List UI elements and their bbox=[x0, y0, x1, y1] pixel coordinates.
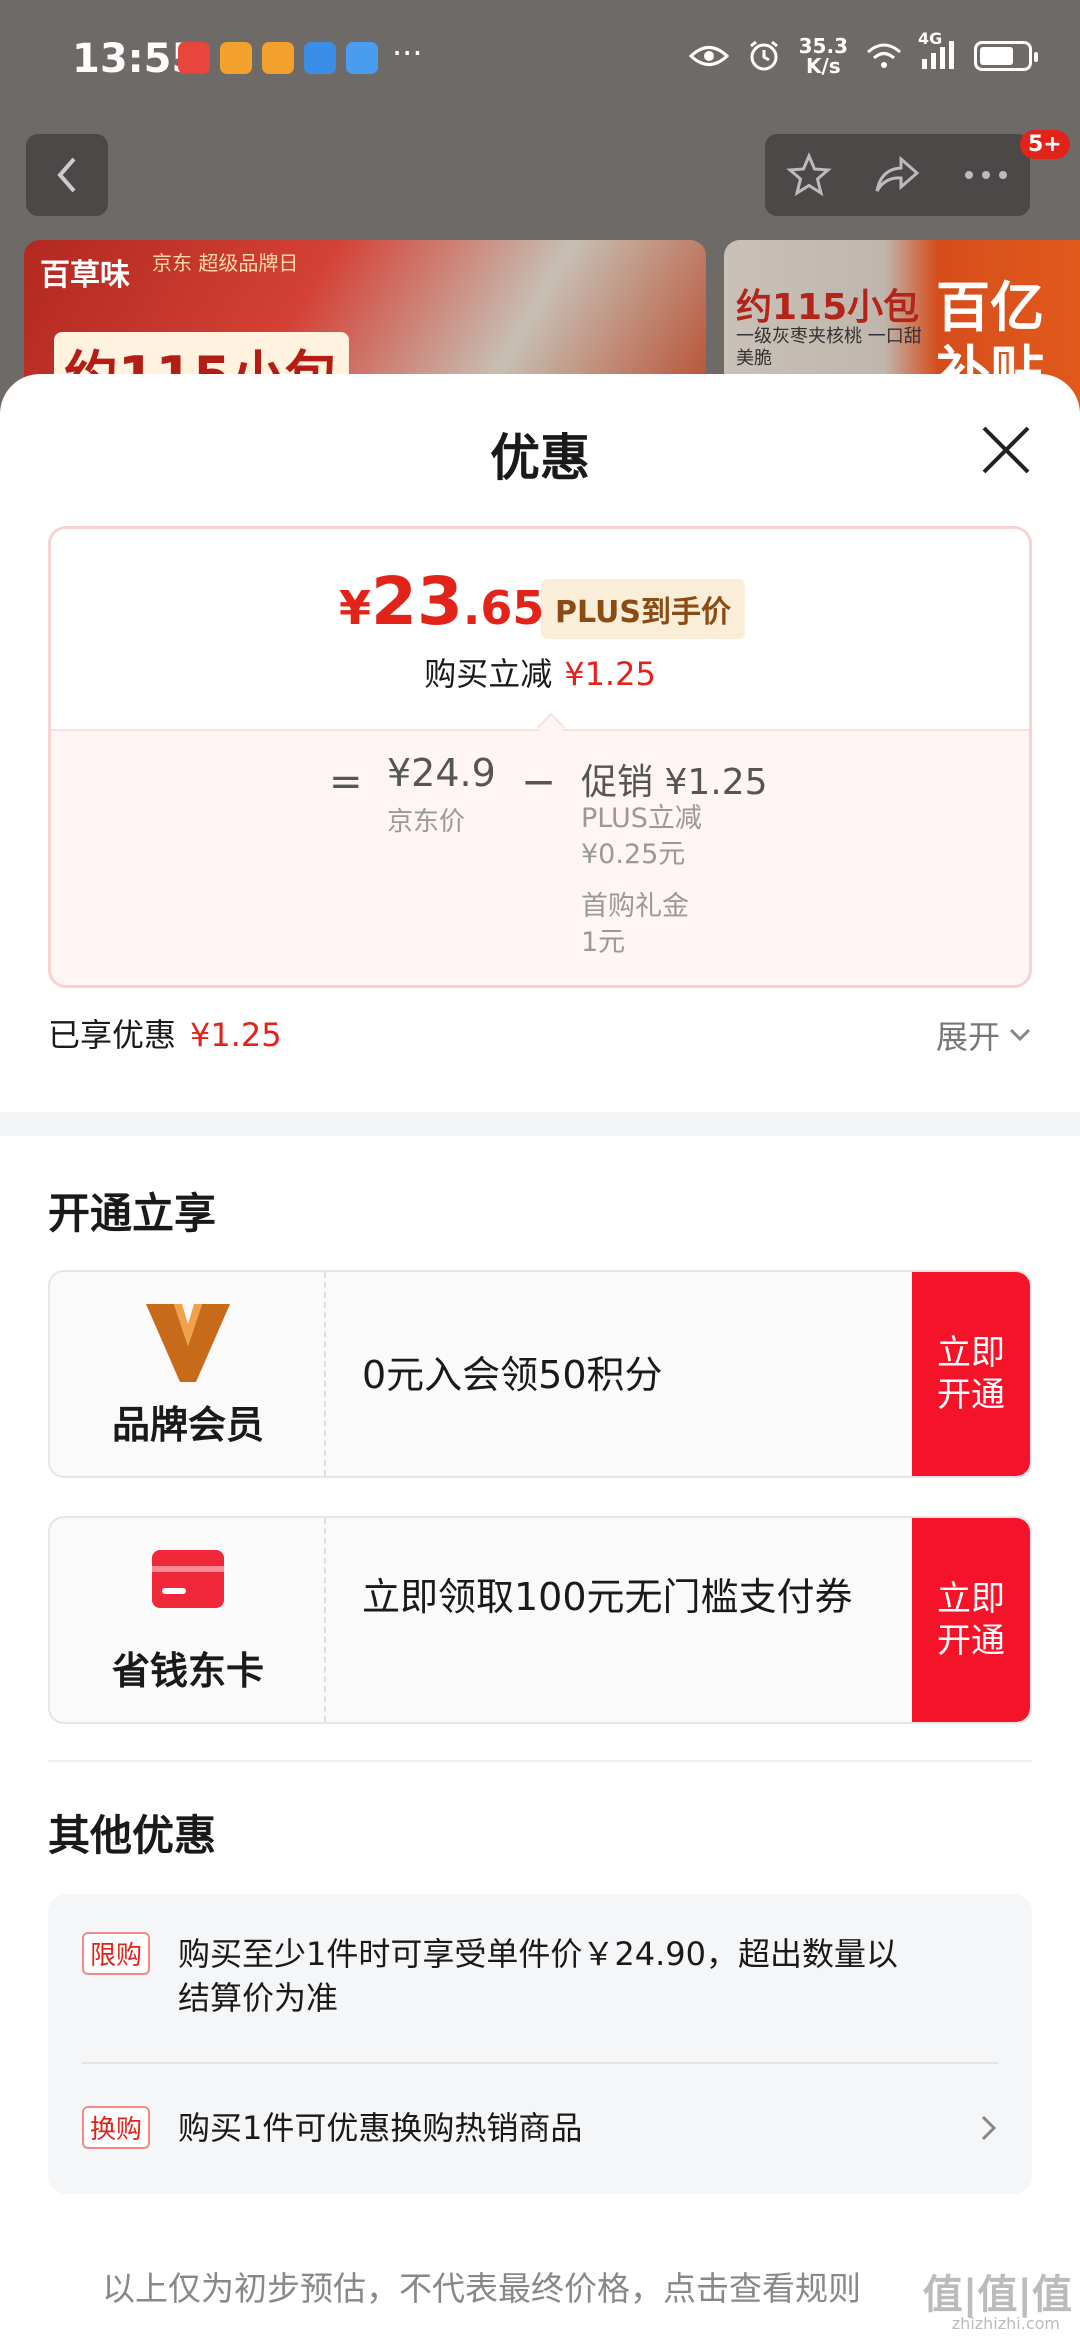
card-label: 省钱东卡 bbox=[111, 1649, 264, 1693]
network-speed-unit: K/s bbox=[805, 54, 841, 78]
currency-symbol: ¥ bbox=[339, 581, 372, 635]
banner-brand: 百草味 bbox=[40, 258, 130, 293]
enjoyed-discount: 已享优惠 ¥1.25 bbox=[48, 1010, 282, 1056]
limit-purchase-row: 限购 购买至少1件时可享受单件价￥24.90，超出数量以结算价为准 bbox=[82, 1932, 998, 2032]
signal: 4G bbox=[918, 29, 956, 73]
jd-price-label: 京东价 bbox=[387, 807, 466, 837]
wifi-icon bbox=[867, 43, 901, 68]
brand-member-icon bbox=[50, 1302, 326, 1384]
banner-tag: 京东 超级品牌日 bbox=[152, 251, 299, 275]
limit-tag: 限购 bbox=[82, 1932, 151, 1975]
reduce-label: 购买立减 bbox=[424, 655, 553, 693]
share-icon bbox=[876, 155, 920, 192]
exchange-tag: 换购 bbox=[82, 2106, 151, 2149]
banner-subtext: 一级灰枣夹核桃 一口甜美脆 bbox=[736, 326, 922, 369]
card-desc: 立即领取100元无门槛支付券 bbox=[362, 1575, 853, 1619]
final-price-dec: .65 bbox=[462, 581, 545, 635]
app-notification-icon bbox=[178, 42, 210, 74]
jd-price: ¥24.9 bbox=[387, 751, 496, 795]
expand-label: 展开 bbox=[935, 1018, 1000, 1056]
open-section-title: 开通立享 bbox=[48, 1189, 217, 1238]
final-price-area: ¥23.65 PLUS到手价 购买立减 ¥1.25 bbox=[51, 529, 1029, 729]
alarm-icon bbox=[749, 40, 778, 71]
card-desc: 0元入会领50积分 bbox=[362, 1353, 663, 1397]
card-label: 品牌会员 bbox=[111, 1403, 264, 1447]
back-button[interactable] bbox=[26, 134, 108, 216]
section-divider bbox=[0, 1112, 1080, 1136]
chevron-down-icon bbox=[1009, 1028, 1031, 1042]
open-now-label: 立即 开通 bbox=[937, 1578, 1005, 1662]
battery-icon bbox=[974, 41, 1038, 71]
btn-line: 立即 bbox=[937, 1579, 1005, 1619]
promo-item: 首购礼金 bbox=[581, 891, 689, 922]
network-type: 4G bbox=[918, 29, 943, 48]
weather-icon bbox=[304, 42, 336, 74]
price-formula: = ¥24.9 京东价 − 促销 ¥1.25 PLUS立减 ¥0.25元 首购礼… bbox=[51, 729, 1029, 985]
row-divider bbox=[82, 2062, 998, 2064]
other-section-title: 其他优惠 bbox=[48, 1811, 217, 1860]
watermark-url: zhizhizhi.com bbox=[951, 2314, 1060, 2333]
favorite-button[interactable] bbox=[769, 134, 849, 216]
card-icon bbox=[50, 1548, 326, 1610]
discount-sheet: 优惠 ¥23.65 PLUS到手价 购买立减 ¥1.25 = ¥24.9 京东价 … bbox=[0, 374, 1080, 2340]
exchange-text: 购买1件可优惠换购热销商品 bbox=[178, 2109, 583, 2147]
rules-note[interactable]: 以上仅为初步预估，不代表最终价格，点击查看规则 bbox=[102, 2262, 861, 2310]
price-breakdown-card: ¥23.65 PLUS到手价 购买立减 ¥1.25 = ¥24.9 京东价 − 促… bbox=[48, 526, 1032, 988]
battery-level bbox=[980, 47, 1013, 65]
reduce-amount: ¥1.25 bbox=[564, 655, 656, 693]
status-bar: 13:55 ··· 35.3 K/s 4G bbox=[0, 0, 1080, 120]
star-icon bbox=[786, 152, 832, 197]
expand-button[interactable]: 展开 bbox=[936, 1012, 1032, 1058]
card-left: 品牌会员 bbox=[50, 1272, 326, 1476]
more-icon bbox=[964, 171, 1007, 179]
close-icon bbox=[982, 426, 1030, 474]
eye-icon bbox=[688, 46, 729, 66]
open-now-button[interactable]: 立即 开通 bbox=[912, 1518, 1030, 1722]
close-button[interactable] bbox=[978, 422, 1034, 478]
promo-label: 促销 bbox=[581, 762, 654, 803]
app-notification-icon bbox=[220, 42, 252, 74]
app-notification-icon bbox=[262, 42, 294, 74]
cloud-icon bbox=[346, 42, 378, 74]
enjoyed-label: 已享优惠 bbox=[48, 1016, 177, 1054]
chevron-left-icon bbox=[57, 157, 76, 193]
final-price-int: 23 bbox=[371, 563, 463, 640]
promo-amount: ¥1.25 bbox=[664, 762, 768, 803]
sheet-title: 优惠 bbox=[490, 429, 590, 487]
share-button[interactable] bbox=[857, 134, 937, 216]
banner-headline: 约115小包 bbox=[736, 287, 920, 328]
final-price: ¥23.65 bbox=[339, 563, 544, 640]
status-right: 35.3 K/s 4G bbox=[688, 29, 1038, 76]
saving-card[interactable]: 省钱东卡 立即领取100元无门槛支付券 立即 开通 bbox=[48, 1516, 1032, 1724]
message-badge: 5+ bbox=[1020, 130, 1070, 159]
minus-sign: − bbox=[521, 757, 557, 806]
more-button[interactable] bbox=[946, 134, 1026, 216]
limit-text: 购买至少1件时可享受单件价￥24.90，超出数量以结算价为准 bbox=[178, 1935, 898, 2017]
other-discounts-box: 限购 购买至少1件时可享受单件价￥24.90，超出数量以结算价为准 换购 购买1… bbox=[48, 1894, 1032, 2194]
more-notifications-icon: ··· bbox=[392, 34, 423, 72]
open-now-label: 立即 开通 bbox=[937, 1332, 1005, 1416]
divider-line bbox=[48, 1760, 1032, 1762]
btn-line: 开通 bbox=[937, 1375, 1005, 1415]
promo-line: 促销 ¥1.25 bbox=[581, 753, 768, 805]
header-actions bbox=[765, 134, 1030, 216]
network-speed: 35.3 K/s bbox=[799, 36, 848, 76]
card-left: 省钱东卡 bbox=[50, 1518, 326, 1722]
open-now-button[interactable]: 立即 开通 bbox=[912, 1272, 1030, 1476]
plus-price-tag: PLUS到手价 bbox=[541, 579, 746, 639]
enjoyed-amount: ¥1.25 bbox=[190, 1016, 282, 1054]
chevron-right-icon bbox=[981, 2115, 997, 2141]
btn-line: 立即 bbox=[937, 1333, 1005, 1373]
promo-item: PLUS立减 bbox=[581, 803, 702, 834]
network-speed-value: 35.3 bbox=[798, 34, 848, 58]
equals-sign: = bbox=[329, 759, 363, 805]
promo-item: 1元 bbox=[581, 927, 626, 958]
brand-member-card[interactable]: 品牌会员 0元入会领50积分 立即 开通 bbox=[48, 1270, 1032, 1478]
notification-icons bbox=[178, 42, 378, 74]
promo-item: ¥0.25元 bbox=[581, 839, 686, 870]
reduce-line: 购买立减 ¥1.25 bbox=[51, 649, 1029, 695]
btn-line: 开通 bbox=[937, 1621, 1005, 1661]
exchange-purchase-row[interactable]: 换购 购买1件可优惠换购热销商品 bbox=[82, 2106, 998, 2156]
watermark-logo: 值|值|值 bbox=[922, 2272, 1072, 2318]
